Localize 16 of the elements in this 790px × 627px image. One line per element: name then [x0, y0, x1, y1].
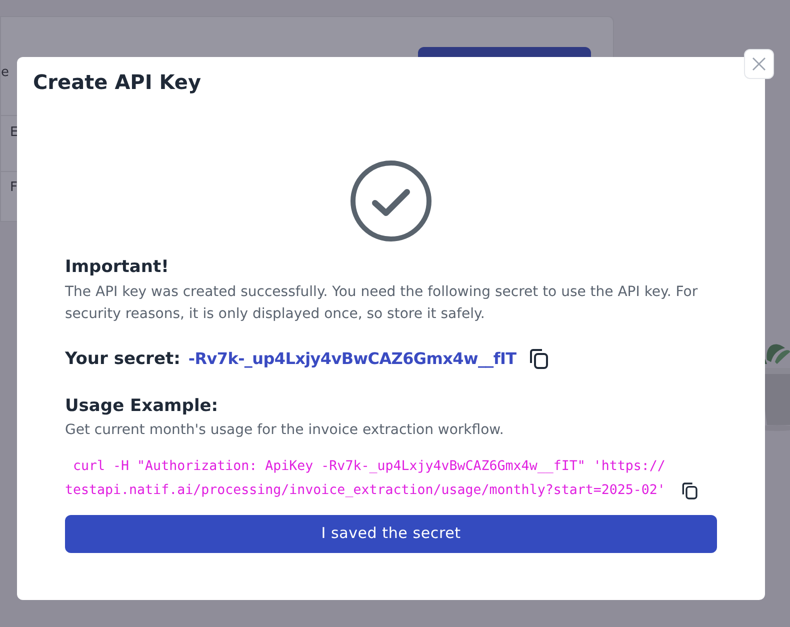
close-icon — [752, 57, 766, 71]
close-button[interactable] — [744, 49, 774, 79]
dialog-title: Create API Key — [33, 69, 201, 96]
code-line: curl -H "Authorization: ApiKey -Rv7k-_up4Lxjy4vBwCAZ6Gmx4w__fIT" 'https:// — [72, 458, 666, 476]
secret-label: Your secret: — [65, 348, 180, 370]
confirm-button[interactable]: I saved the secret — [65, 514, 717, 552]
background-text: E — [10, 124, 18, 142]
notice-heading: Important! — [65, 256, 170, 279]
notice-text: The API key was created successfully. You need the following secret to use the API key. For security reasons, it is only displayed once, so store it safely. — [65, 282, 699, 324]
check-circle-icon — [349, 159, 433, 243]
code-line: testapi.natif.ai/processing/invoice_extraction/usage/monthly?start=2025-02' — [65, 482, 666, 500]
background-text: e — [1, 64, 9, 82]
usage-heading: Usage Example: — [65, 395, 220, 418]
background-text: F — [10, 179, 18, 197]
secret-value: -Rv7k-_up4Lxjy4vBwCAZ6Gmx4w__fIT — [188, 348, 516, 370]
usage-text: Get current month's usage for the invoice extraction workflow. — [65, 420, 505, 440]
